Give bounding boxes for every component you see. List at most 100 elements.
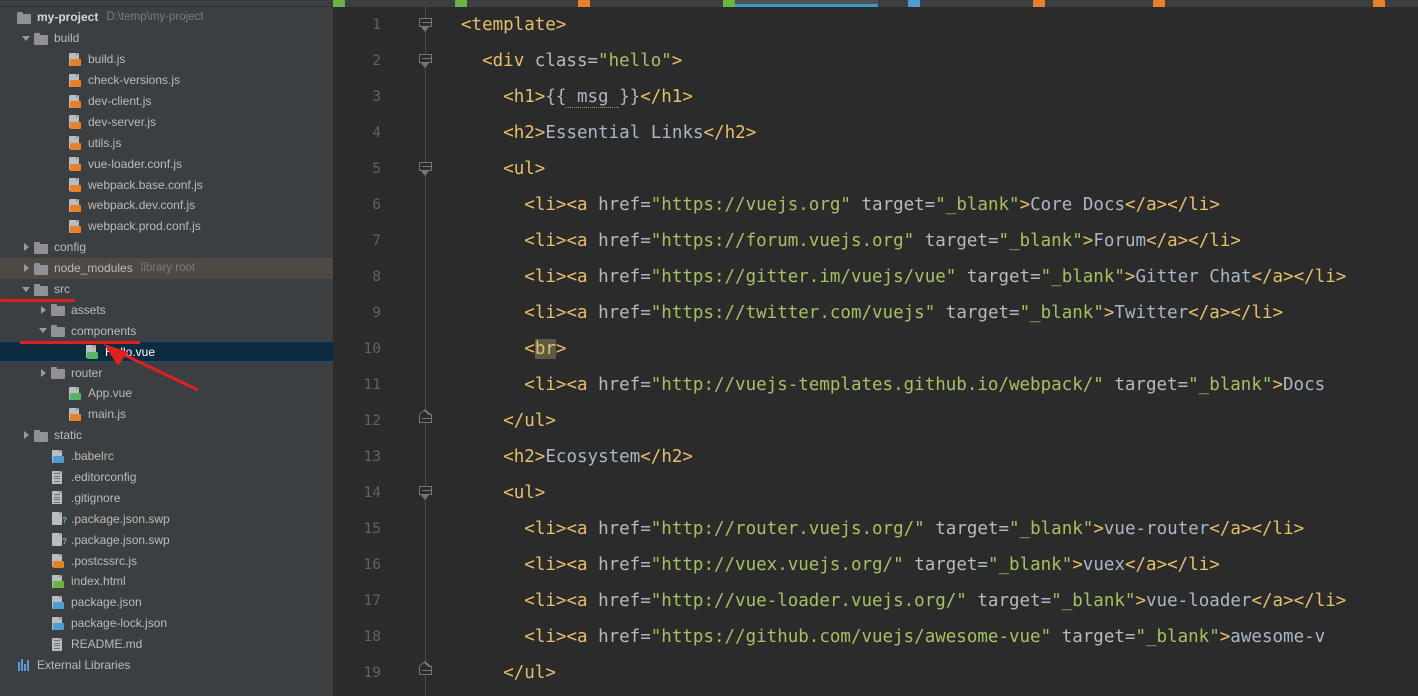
fold-toggle-icon[interactable] [418,162,433,176]
tree-node-index-html[interactable]: index.html [0,571,333,592]
no-chevron-icon [38,555,49,566]
code-line[interactable]: <h2>Ecosystem</h2> [461,439,1418,475]
tree-node--package-json-swp[interactable]: ? .package.json.swp [0,529,333,550]
fold-toggle-icon[interactable] [418,54,433,68]
editor-tab[interactable] [1153,0,1168,7]
vue-file-icon [68,386,83,401]
tree-node-config[interactable]: config [0,237,333,258]
tree-node-webpack-dev-conf-js[interactable]: webpack.dev.conf.js [0,195,333,216]
project-toolbar-strip [0,0,333,7]
tree-node-label: main.js [88,407,127,422]
tree-node-src[interactable]: src [0,279,333,300]
tree-node-vue-loader-conf-js[interactable]: vue-loader.conf.js [0,153,333,174]
tree-node-package-json[interactable]: package.json [0,592,333,613]
tree-node-build[interactable]: build [0,28,333,49]
code-line[interactable]: </ul> [461,655,1418,691]
code-line[interactable]: <template> [461,7,1418,43]
code-line[interactable]: <li><a href="http://router.vuejs.org/" t… [461,511,1418,547]
code-line[interactable]: </ul> [461,403,1418,439]
no-chevron-icon [38,492,49,503]
folder-icon [34,283,49,296]
no-chevron-icon [55,409,66,420]
tree-node-static[interactable]: static [0,425,333,446]
editor-tab[interactable] [333,0,348,7]
chevron-down-icon[interactable] [21,284,32,295]
tree-node-my-project[interactable]: my-project D:\temp\my-project [0,7,333,28]
folder-icon [17,11,32,24]
line-number: 8 [372,269,381,285]
chevron-right-icon[interactable] [21,430,32,441]
chevron-down-icon[interactable] [38,325,49,336]
line-number: 17 [363,593,381,609]
chevron-right-icon[interactable] [38,367,49,378]
tree-node--package-json-swp[interactable]: ? .package.json.swp [0,508,333,529]
fold-guide-line [425,7,426,696]
tree-node-label: .postcssrc.js [71,553,138,568]
tree-node--gitignore[interactable]: .gitignore [0,487,333,508]
code-line[interactable]: <li><a href="https://vuejs.org" target="… [461,187,1418,223]
tree-node-dev-server-js[interactable]: dev-server.js [0,111,333,132]
fold-toggle-icon[interactable] [418,486,433,500]
code-line[interactable]: <li><a href="https://gitter.im/vuejs/vue… [461,259,1418,295]
project-tool-window[interactable]: my-project D:\temp\my-project build build.j… [0,0,333,696]
js-file-icon [68,219,83,234]
editor-tab-bar[interactable] [333,0,1418,7]
code-line[interactable]: <ul> [461,151,1418,187]
editor-tab[interactable] [578,0,593,7]
tree-node-webpack-base-conf-js[interactable]: webpack.base.conf.js [0,174,333,195]
tree-node-label: build [54,31,80,46]
tree-node-main-js[interactable]: main.js [0,404,333,425]
fold-toggle-icon[interactable] [418,18,433,32]
editor-tab-active[interactable] [723,0,878,7]
code-line[interactable]: <li><a href="https://forum.vuejs.org" ta… [461,223,1418,259]
editor-tab[interactable] [908,0,923,7]
chevron-right-icon[interactable] [21,263,32,274]
code-line[interactable]: <ul> [461,475,1418,511]
editor-gutter[interactable]: 1 2 3 4 5 6 7 8 9 10 11 12 13 14 15 16 17 18 19 [333,7,461,696]
text-file-icon [51,491,66,505]
tree-node-label: .package.json.swp [71,511,170,526]
tree-node--babelrc[interactable]: .babelrc [0,446,333,467]
code-line[interactable]: <li><a href="http://vuejs-templates.gith… [461,367,1418,403]
js-file-icon [68,407,83,422]
code-line[interactable]: <li><a href="http://vuex.vuejs.org/" tar… [461,547,1418,583]
tree-node-check-versions-js[interactable]: check-versions.js [0,70,333,91]
tree-node-build-js[interactable]: build.js [0,49,333,70]
editor-tab[interactable] [1373,0,1388,7]
folder-icon [51,366,66,380]
code-line[interactable]: <li><a href="http://vue-loader.vuejs.org… [461,583,1418,619]
line-number: 13 [363,449,381,465]
tree-node-node-modules[interactable]: node_modules library root [0,257,333,279]
chevron-right-icon[interactable] [38,304,49,315]
tree-node-assets[interactable]: assets [0,299,333,320]
tree-node--postcssrc-js[interactable]: .postcssrc.js [0,550,333,571]
code-line[interactable]: <h1>{{ msg }}</h1> [461,79,1418,115]
tree-node-label: .gitignore [71,490,121,505]
tree-node--editorconfig[interactable]: .editorconfig [0,467,333,488]
fold-toggle-icon[interactable] [418,661,433,680]
tree-node-components[interactable]: components [0,320,333,341]
chevron-down-icon[interactable] [21,33,32,44]
tree-node-readme-md[interactable]: README.md [0,634,333,655]
code-line[interactable]: <li><a href="https://github.com/vuejs/aw… [461,619,1418,655]
code-editor[interactable]: 1 2 3 4 5 6 7 8 9 10 11 12 13 14 15 16 17 18 19 <template>… [333,0,1418,696]
tree-node-dev-client-js[interactable]: dev-client.js [0,91,333,112]
tree-node-package-lock-json[interactable]: package-lock.json [0,613,333,634]
line-number: 14 [363,485,381,501]
line-number: 4 [372,125,381,141]
editor-tab[interactable] [1033,0,1048,7]
tree-node-external-libraries[interactable]: External Libraries [0,655,333,676]
code-line[interactable]: <div class="hello"> [461,43,1418,79]
editor-code-area[interactable]: <template> <div class="hello"> <h1>{{ ms… [461,7,1418,691]
chevron-right-icon[interactable] [21,242,32,253]
tree-node-webpack-prod-conf-js[interactable]: webpack.prod.conf.js [0,216,333,237]
code-line[interactable]: <br> [461,331,1418,367]
editor-tab[interactable] [455,0,470,7]
annotation-arrow-icon [104,344,199,392]
code-line[interactable]: <li><a href="https://twitter.com/vuejs" … [461,295,1418,331]
code-line[interactable]: <h2>Essential Links</h2> [461,115,1418,151]
fold-toggle-icon[interactable] [418,409,433,428]
line-number: 2 [372,53,381,69]
tree-node-utils-js[interactable]: utils.js [0,132,333,153]
vue-file-icon [455,0,467,7]
